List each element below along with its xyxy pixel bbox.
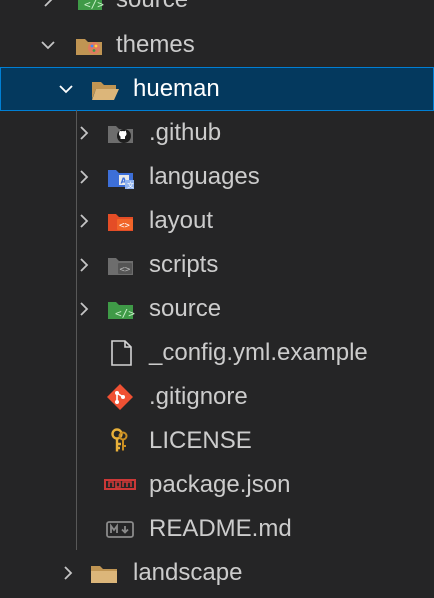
key-icon xyxy=(106,427,134,455)
chevron-down-icon[interactable] xyxy=(40,37,56,53)
tree-item-license[interactable]: LICENSE xyxy=(0,419,434,463)
tree-item-label: layout xyxy=(149,207,214,234)
scripts-folder-icon: <> xyxy=(107,251,135,279)
svg-text:</>: </> xyxy=(115,307,135,320)
tree-item-landscape[interactable]: landscape xyxy=(0,551,434,595)
tree-item-package-json[interactable]: package.json xyxy=(0,463,434,507)
tree-item-label: _config.yml.example xyxy=(149,339,368,366)
tree-item-readme[interactable]: README.md xyxy=(0,507,434,551)
svg-text:</>: </> xyxy=(84,0,104,11)
npm-icon xyxy=(104,471,136,499)
tree-item-label: README.md xyxy=(149,515,292,542)
tree-item-scripts[interactable]: <> scripts xyxy=(0,243,434,287)
chevron-right-icon[interactable] xyxy=(76,125,92,141)
folder-open-icon xyxy=(90,75,119,103)
tree-item-label: hueman xyxy=(133,75,220,102)
chevron-right-icon[interactable] xyxy=(76,169,92,185)
tree-item-label: landscape xyxy=(133,559,243,586)
tree-item-label: LICENSE xyxy=(149,427,252,454)
tree-item-label: themes xyxy=(116,31,195,58)
tree-item-label: package.json xyxy=(149,471,291,498)
tree-item-gitignore[interactable]: .gitignore xyxy=(0,375,434,419)
chevron-right-icon[interactable] xyxy=(60,565,76,581)
translate-folder-icon: A文 xyxy=(107,163,135,191)
svg-text:<>: <> xyxy=(119,221,130,231)
tree-item-github[interactable]: .github xyxy=(0,111,434,155)
chevron-right-icon[interactable] xyxy=(76,301,92,317)
layout-folder-icon: <> xyxy=(107,207,135,235)
chevron-right-icon[interactable] xyxy=(40,0,56,8)
source-folder-icon: </> xyxy=(107,295,135,323)
markdown-icon xyxy=(106,515,134,543)
chevron-down-icon[interactable] xyxy=(58,81,74,97)
tree-item-label: .github xyxy=(149,119,222,146)
tree-item-source-top[interactable]: </> source xyxy=(0,0,434,22)
tree-item-hueman[interactable]: hueman xyxy=(0,67,434,111)
tree-item-label: .gitignore xyxy=(149,383,248,410)
git-icon xyxy=(106,383,134,411)
folder-icon xyxy=(90,559,118,587)
tree-item-source[interactable]: </> source xyxy=(0,287,434,331)
source-folder-icon: </> xyxy=(76,0,104,14)
tree-item-languages[interactable]: A文 languages xyxy=(0,155,434,199)
file-explorer-tree: </> source themes hueman .github xyxy=(0,0,434,598)
github-folder-icon xyxy=(107,119,135,147)
svg-text:<>: <> xyxy=(120,265,131,275)
svg-text:文: 文 xyxy=(127,181,134,190)
chevron-right-icon[interactable] xyxy=(76,213,92,229)
tree-item-themes[interactable]: themes xyxy=(0,23,434,67)
file-icon xyxy=(108,339,136,367)
tree-item-label: source xyxy=(149,295,222,322)
tree-item-label: source xyxy=(116,0,188,22)
tree-item-label: languages xyxy=(149,163,260,190)
tree-item-layout[interactable]: <> layout xyxy=(0,199,434,243)
themes-folder-icon xyxy=(74,31,102,59)
tree-item-config-example[interactable]: _config.yml.example xyxy=(0,331,434,375)
chevron-right-icon[interactable] xyxy=(76,257,92,273)
tree-item-label: scripts xyxy=(149,251,219,278)
